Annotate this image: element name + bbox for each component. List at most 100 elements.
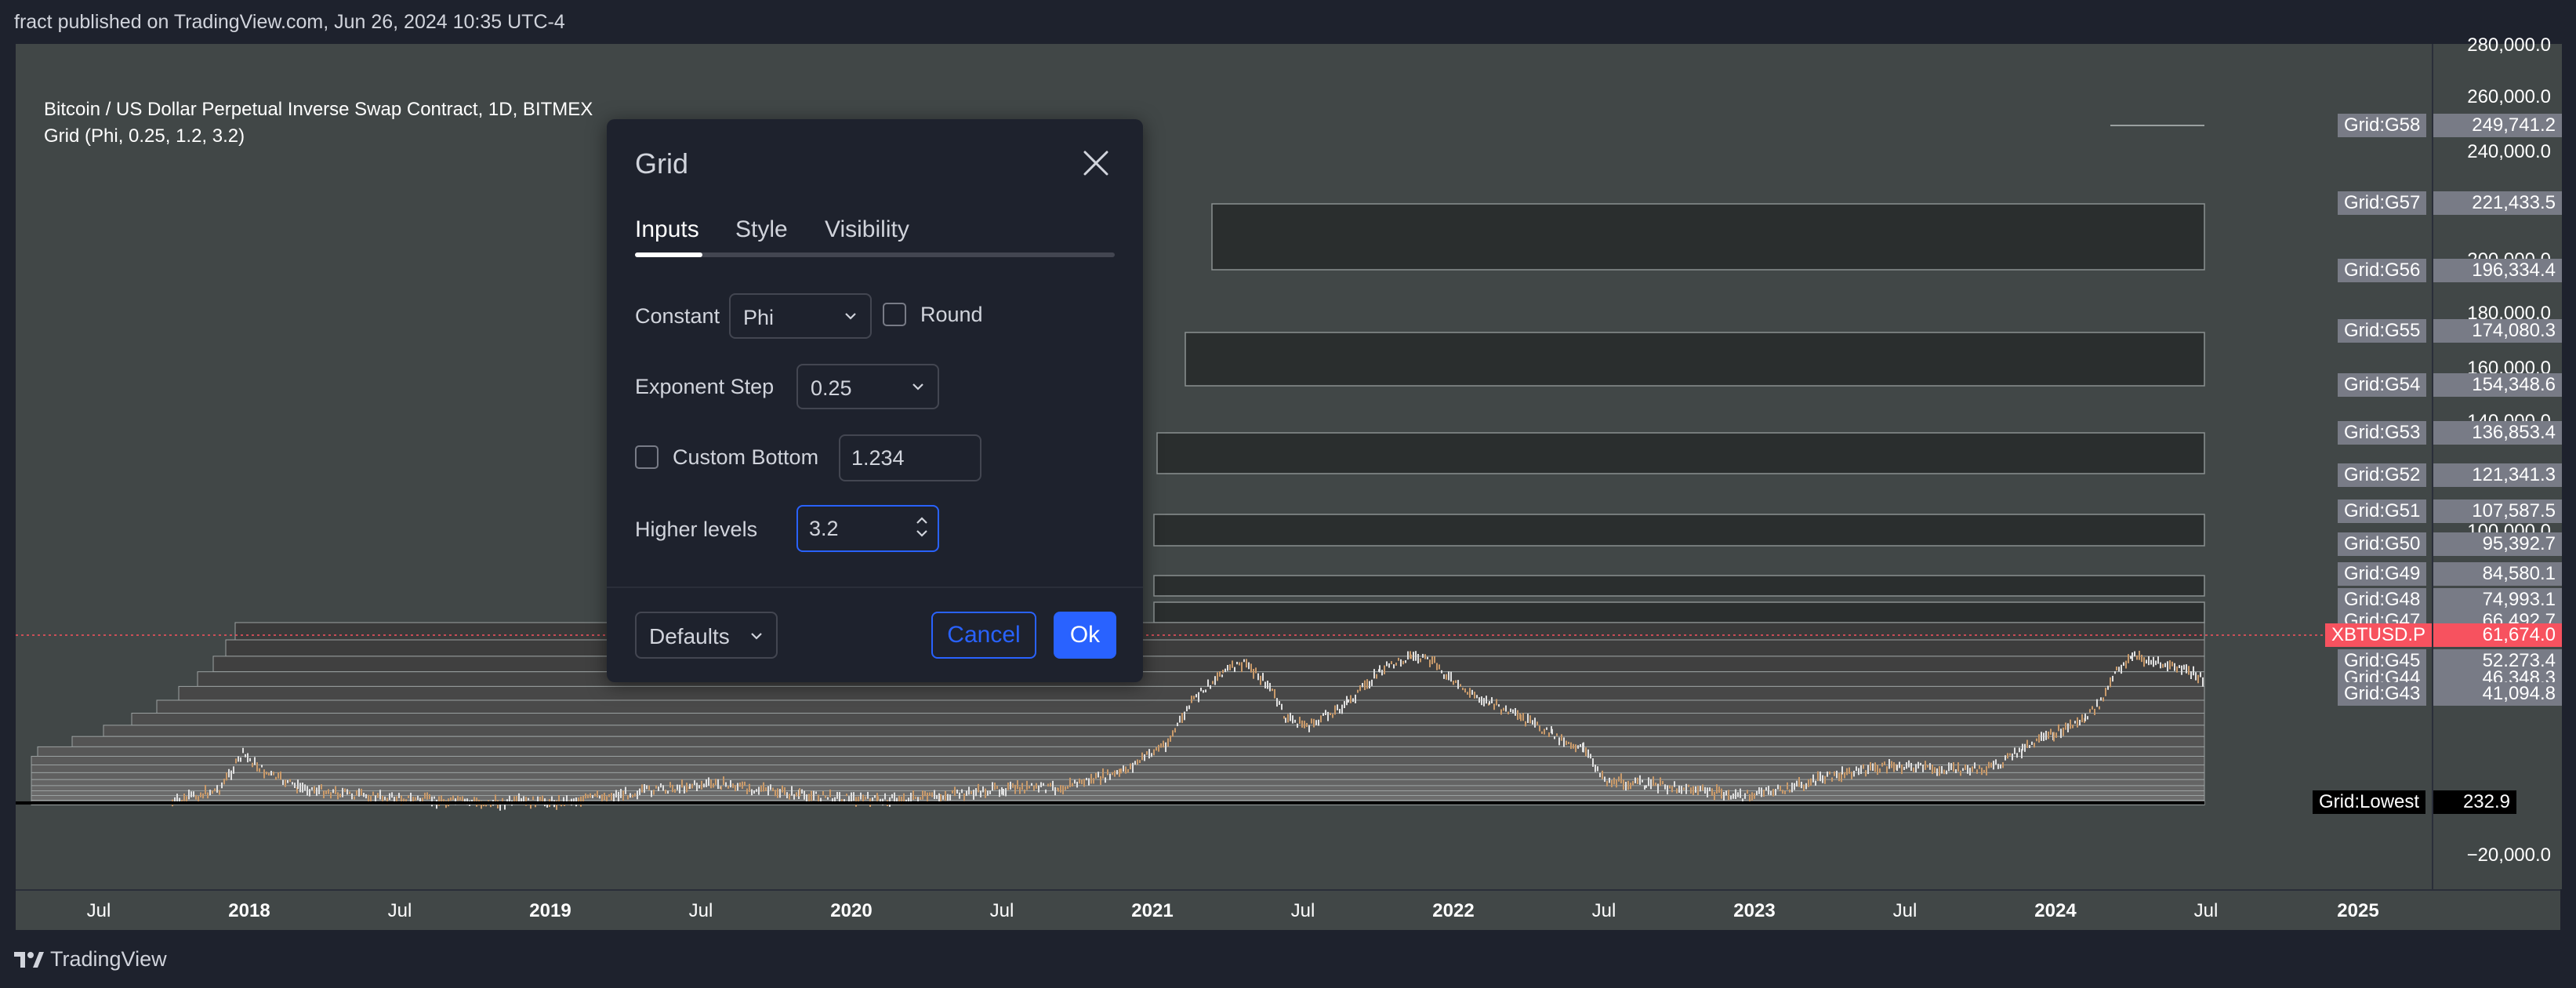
grid-label: Grid:G48 xyxy=(2338,588,2427,612)
chevron-down-icon xyxy=(751,633,762,640)
exponent-step-select[interactable]: 0.25 xyxy=(796,364,939,409)
time-tick: 2018 xyxy=(228,900,270,921)
grid-band xyxy=(1153,575,2205,597)
price-tick: 260,000.0 xyxy=(2467,86,2551,107)
price-tick: −20,000.0 xyxy=(2466,845,2551,866)
indicator-legend[interactable]: Grid (Phi, 0.25, 1.2, 3.2) xyxy=(44,125,245,147)
time-tick: 2025 xyxy=(2337,900,2379,921)
grid-band xyxy=(1156,432,2205,474)
grid-settings-dialog: Grid Inputs Style Visibility Constant Ph… xyxy=(607,119,1143,682)
time-tick: 2020 xyxy=(830,900,873,921)
tab-style[interactable]: Style xyxy=(735,216,788,243)
grid-label: Grid:G50 xyxy=(2338,532,2427,556)
constant-label: Constant xyxy=(635,304,720,328)
chart-pane[interactable]: Bitcoin / US Dollar Perpetual Inverse Sw… xyxy=(16,44,2432,889)
grid-value: 221,433.5 xyxy=(2433,191,2562,215)
time-axis[interactable]: Jul 2018 Jul 2019 Jul 2020 Jul 2021 Jul … xyxy=(16,889,2560,932)
cancel-button[interactable]: Cancel xyxy=(931,612,1036,659)
grid-band xyxy=(103,725,2205,737)
grid-label: Grid:G53 xyxy=(2338,421,2427,445)
grid-value: 41,094.8 xyxy=(2433,682,2562,706)
grid-value: 107,587.5 xyxy=(2433,499,2562,523)
grid-band xyxy=(1185,332,2205,387)
time-tick: Jul xyxy=(86,900,111,921)
tradingview-logo[interactable]: TradingView xyxy=(14,947,167,972)
grid-label: Grid:G51 xyxy=(2338,499,2427,523)
active-tab-indicator xyxy=(635,252,702,257)
grid-value: 95,392.7 xyxy=(2433,532,2562,556)
time-tick: Jul xyxy=(1591,900,1616,921)
current-price-value: 61,674.0 xyxy=(2433,623,2562,647)
round-label: Round xyxy=(920,303,983,326)
time-tick: Jul xyxy=(989,900,1014,921)
tradingview-logo-icon xyxy=(14,951,44,968)
round-checkbox[interactable] xyxy=(883,303,906,326)
grid-band xyxy=(1211,203,2205,271)
grid-band xyxy=(156,699,2205,714)
footer: TradingView xyxy=(0,930,2576,988)
chart-canvas[interactable] xyxy=(16,44,2432,889)
grid-band xyxy=(234,622,2205,641)
grid-value: 121,341.3 xyxy=(2433,463,2562,487)
time-tick: 2023 xyxy=(1733,900,1776,921)
grid-band xyxy=(31,779,2205,786)
brand-name: TradingView xyxy=(50,947,167,971)
dialog-tabs: Inputs Style Visibility xyxy=(635,216,1115,257)
defaults-label: Defaults xyxy=(649,624,730,648)
higher-levels-label: Higher levels xyxy=(635,518,758,541)
ok-button[interactable]: Ok xyxy=(1054,612,1116,659)
grid-value: 154,348.6 xyxy=(2433,373,2562,397)
current-price-symbol: XBTUSD.P xyxy=(2325,623,2433,647)
constant-select[interactable]: Phi xyxy=(729,293,872,339)
tab-visibility[interactable]: Visibility xyxy=(825,216,909,243)
time-tick: Jul xyxy=(387,900,412,921)
grid-value: 196,334.4 xyxy=(2433,259,2562,282)
grid-band xyxy=(31,785,2205,792)
grid-band xyxy=(37,746,2205,757)
close-icon xyxy=(1083,151,1108,176)
grid-label: Grid:G49 xyxy=(2338,562,2427,586)
time-tick: Jul xyxy=(2193,900,2219,921)
custom-bottom-label: Custom Bottom xyxy=(673,445,819,469)
grid-label: Grid:G52 xyxy=(2338,463,2427,487)
grid-band xyxy=(131,713,2205,726)
grid-band xyxy=(225,639,2205,657)
symbol-legend[interactable]: Bitcoin / US Dollar Perpetual Inverse Sw… xyxy=(44,99,593,121)
time-tick: Jul xyxy=(688,900,713,921)
grid-band xyxy=(71,736,2205,747)
higher-levels-field[interactable] xyxy=(796,505,939,552)
defaults-dropdown[interactable]: Defaults xyxy=(635,612,778,659)
grid-label: Grid:G55 xyxy=(2338,319,2427,343)
grid-label: Grid:G43 xyxy=(2338,682,2427,706)
exponent-step-label: Exponent Step xyxy=(635,375,775,398)
grid-band xyxy=(1153,514,2205,547)
price-tick: 280,000.0 xyxy=(2467,35,2551,56)
custom-bottom-checkbox[interactable] xyxy=(635,445,659,469)
grid-band xyxy=(1153,601,2205,623)
grid-label: Grid:G57 xyxy=(2338,191,2427,215)
grid-value: 174,080.3 xyxy=(2433,319,2562,343)
grid-label: Grid:G56 xyxy=(2338,259,2427,282)
stepper-arrows-icon[interactable] xyxy=(912,511,931,543)
grid-band xyxy=(31,756,2205,765)
time-tick: Jul xyxy=(1892,900,1917,921)
constant-value: Phi xyxy=(743,306,775,329)
publish-header: fract published on TradingView.com, Jun … xyxy=(0,0,2576,44)
grid-label: Grid:G58 xyxy=(2338,114,2427,137)
grid-band xyxy=(31,795,2205,801)
grid-label: Grid:G54 xyxy=(2338,373,2427,397)
grid-band xyxy=(197,671,2205,687)
price-tick: 240,000.0 xyxy=(2467,141,2551,162)
grid-band xyxy=(212,656,2205,673)
lowest-value: 232.9 xyxy=(2433,790,2516,814)
close-button[interactable] xyxy=(1080,147,1112,179)
exponent-step-value: 0.25 xyxy=(811,376,852,400)
tab-inputs[interactable]: Inputs xyxy=(635,216,699,243)
custom-bottom-input[interactable] xyxy=(839,434,981,481)
lowest-label: Grid:Lowest xyxy=(2313,790,2426,814)
chevron-down-icon xyxy=(912,383,923,390)
grid-value: 249,741.2 xyxy=(2433,114,2562,137)
grid-value: 136,853.4 xyxy=(2433,421,2562,445)
time-tick: Jul xyxy=(1290,900,1315,921)
grid-value: 84,580.1 xyxy=(2433,562,2562,586)
